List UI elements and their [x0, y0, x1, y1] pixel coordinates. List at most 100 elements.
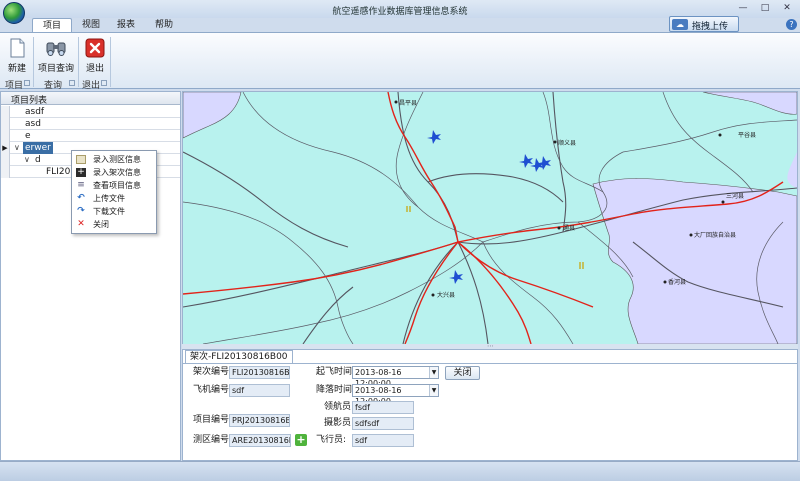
pilot-field[interactable]: sdf — [352, 434, 414, 447]
group-launcher-icon[interactable] — [101, 80, 107, 86]
map-place-label: 通县 — [563, 224, 575, 232]
upload-button-label: 拖拽上传 — [692, 22, 729, 32]
query-binoculars-icon — [46, 42, 66, 56]
tree-row[interactable]: asd — [1, 118, 180, 130]
status-bar — [0, 461, 800, 481]
minimize-icon[interactable]: — — [734, 2, 752, 15]
landing-time-picker[interactable]: 2013-08-16 12:00:00 ▼ — [352, 384, 439, 406]
map-place-label: 大厂回族自治县 — [694, 231, 736, 239]
new-button-label: 新建 — [7, 64, 26, 74]
upload-icon: ☁ — [672, 19, 688, 30]
landing-time-label: 降落时间: — [316, 385, 356, 395]
map-place-label: 大兴县 — [437, 291, 455, 299]
chevron-down-icon[interactable]: ▼ — [429, 367, 438, 378]
tab-sortie-detail[interactable]: 架次-FLI20130816B00 — [185, 350, 293, 363]
tree-row[interactable]: asdf — [1, 106, 180, 118]
row-gutter — [1, 118, 10, 130]
menu-item-label: 录入架次信息 — [93, 168, 141, 177]
chevron-down-icon[interactable]: ▼ — [429, 385, 438, 396]
add-plus-icon[interactable]: + — [295, 434, 307, 446]
app-globe-icon[interactable] — [3, 2, 25, 24]
project-list-panel: 项目列表 asdf asd e ▶ ∨ erwer ∨ d FLI201 — [0, 91, 181, 461]
menu-item-label: 上传文件 — [93, 194, 125, 203]
group-label-project: 项目 — [5, 81, 24, 91]
row-gutter — [1, 130, 10, 142]
menu-item-label: 查看项目信息 — [93, 181, 141, 190]
upload-arrow-icon: ↶ — [77, 193, 85, 203]
group-separator — [110, 37, 111, 87]
drag-upload-button[interactable]: ☁ 拖拽上传 — [669, 16, 739, 32]
tree-row-label: asd — [25, 119, 41, 129]
tab-view[interactable]: 视图 — [75, 18, 107, 32]
tree-row-label: e — [25, 131, 31, 141]
group-launcher-icon[interactable] — [24, 80, 30, 86]
tab-help[interactable]: 帮助 — [148, 18, 180, 32]
view-list-icon: ≡ — [77, 180, 85, 190]
row-indicator-icon: ▶ — [1, 142, 10, 154]
maximize-icon[interactable]: □ — [756, 2, 774, 15]
menu-item-upload-file[interactable]: ↶ 上传文件 — [72, 192, 156, 205]
new-button[interactable]: 新建 — [2, 33, 32, 77]
navigator-field[interactable]: fsdf — [352, 401, 414, 414]
pilot-label: 飞行员: — [316, 435, 347, 445]
close-window-icon[interactable]: ✕ — [778, 2, 796, 15]
group-separator — [33, 37, 34, 87]
group-separator — [78, 37, 79, 87]
chevron-down-icon[interactable]: ∨ — [24, 154, 30, 166]
sortie-detail-panel: 架次-FLI20130816B00 架次编号: FLI20130816B00 飞… — [182, 349, 798, 461]
tab-project[interactable]: 项目 — [32, 18, 72, 32]
ribbon: 新建 项目查询 退出 项目 查询 退出 — [0, 32, 800, 91]
menu-item-enter-area-info[interactable]: 录入测区信息 — [72, 153, 156, 166]
help-icon[interactable]: ? — [786, 19, 797, 30]
photographer-label: 摄影员: — [324, 418, 355, 428]
exit-button[interactable]: 退出 — [82, 33, 108, 77]
tab-divider — [183, 363, 797, 364]
menu-item-label: 关闭 — [93, 220, 109, 229]
photographer-field[interactable]: sdfsdf — [352, 417, 414, 430]
map-place-label: 平谷县 — [738, 131, 756, 139]
project-query-button[interactable]: 项目查询 — [36, 33, 76, 77]
aircraft-no-field[interactable]: sdf — [229, 384, 290, 397]
menu-item-enter-sortie-info[interactable]: + 录入架次信息 — [72, 166, 156, 179]
close-icon: ✕ — [77, 219, 85, 229]
project-no-field[interactable]: PRJ20130816B — [229, 414, 290, 427]
row-gutter — [1, 106, 10, 118]
map-place-label: 昌平县 — [399, 100, 417, 107]
project-list-header: 项目列表 — [1, 92, 180, 106]
download-arrow-icon: ↷ — [77, 206, 85, 216]
tree-row-label: erwer — [23, 142, 53, 154]
map-view[interactable]: 昌平县 顺义县 平谷县 三河县 通县 大厂回族自治县 香河县 大兴县 — [182, 91, 798, 345]
new-document-icon — [10, 38, 25, 58]
project-query-label: 项目查询 — [37, 64, 74, 74]
sortie-no-field[interactable]: FLI20130816B00 — [229, 366, 290, 379]
tree-row-label: asdf — [25, 107, 45, 117]
context-menu: 录入测区信息 + 录入架次信息 ≡ 查看项目信息 ↶ 上传文件 ↷ 下载文件 ✕… — [71, 150, 157, 234]
tab-report[interactable]: 报表 — [110, 18, 142, 32]
area-no-field[interactable]: ARE20130816B0 — [229, 434, 291, 447]
menu-item-close[interactable]: ✕ 关闭 — [72, 218, 156, 231]
tree-row[interactable]: e — [1, 130, 180, 142]
map-place-label: 香河县 — [668, 278, 686, 286]
close-button[interactable]: 关闭 — [445, 366, 480, 380]
menu-item-download-file[interactable]: ↷ 下载文件 — [72, 205, 156, 218]
exit-x-icon — [85, 38, 105, 58]
project-list-title: 项目列表 — [11, 96, 48, 106]
sortie-no-label: 架次编号: — [193, 367, 233, 377]
area-no-label: 测区编号: — [193, 435, 233, 445]
row-gutter — [1, 154, 10, 166]
navigator-label: 领航员: — [324, 402, 355, 412]
menu-item-label: 录入测区信息 — [93, 155, 141, 164]
menu-item-view-project-info[interactable]: ≡ 查看项目信息 — [72, 179, 156, 192]
map-canvas[interactable]: 昌平县 顺义县 平谷县 三河县 通县 大厂回族自治县 香河县 大兴县 — [183, 92, 797, 344]
group-launcher-icon[interactable] — [69, 80, 75, 86]
plus-square-icon: + — [76, 167, 86, 177]
menu-item-label: 下载文件 — [93, 207, 125, 216]
window-controls: — □ ✕ — [734, 2, 796, 15]
takeoff-time-picker[interactable]: 2013-08-16 12:00:00 ▼ — [352, 366, 439, 388]
map-place-label: 三河县 — [726, 192, 744, 200]
group-label-exit: 退出 — [82, 81, 101, 91]
project-no-label: 项目编号: — [193, 415, 233, 425]
takeoff-time-label: 起飞时间: — [316, 367, 356, 377]
chevron-down-icon[interactable]: ∨ — [14, 142, 20, 154]
group-label-query: 查询 — [44, 81, 63, 91]
